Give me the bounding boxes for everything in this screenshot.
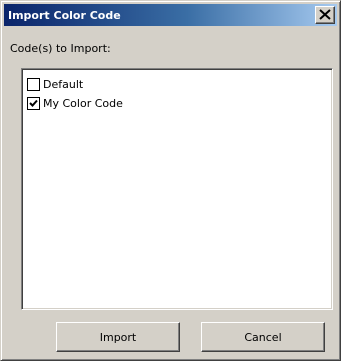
default-checkbox[interactable]: [27, 77, 40, 91]
close-button[interactable]: [315, 6, 335, 24]
my-color-code-checkbox[interactable]: [27, 96, 40, 110]
codes-listbox[interactable]: Default My Color Code: [21, 68, 333, 310]
import-color-code-dialog: Import Color Code Code(s) to Import: Def…: [0, 0, 341, 361]
list-item-default[interactable]: Default: [27, 76, 83, 92]
codes-to-import-label: Code(s) to Import:: [10, 42, 111, 55]
list-item-label: Default: [43, 77, 84, 91]
cancel-button[interactable]: Cancel: [201, 322, 325, 352]
list-item-my-color-code[interactable]: My Color Code: [27, 95, 123, 111]
window-title: Import Color Code: [8, 8, 121, 22]
import-button[interactable]: Import: [56, 322, 180, 352]
list-item-label: My Color Code: [43, 96, 123, 110]
title-bar[interactable]: Import Color Code: [4, 4, 337, 26]
close-icon: [319, 9, 331, 20]
checkmark-icon: [29, 99, 38, 107]
